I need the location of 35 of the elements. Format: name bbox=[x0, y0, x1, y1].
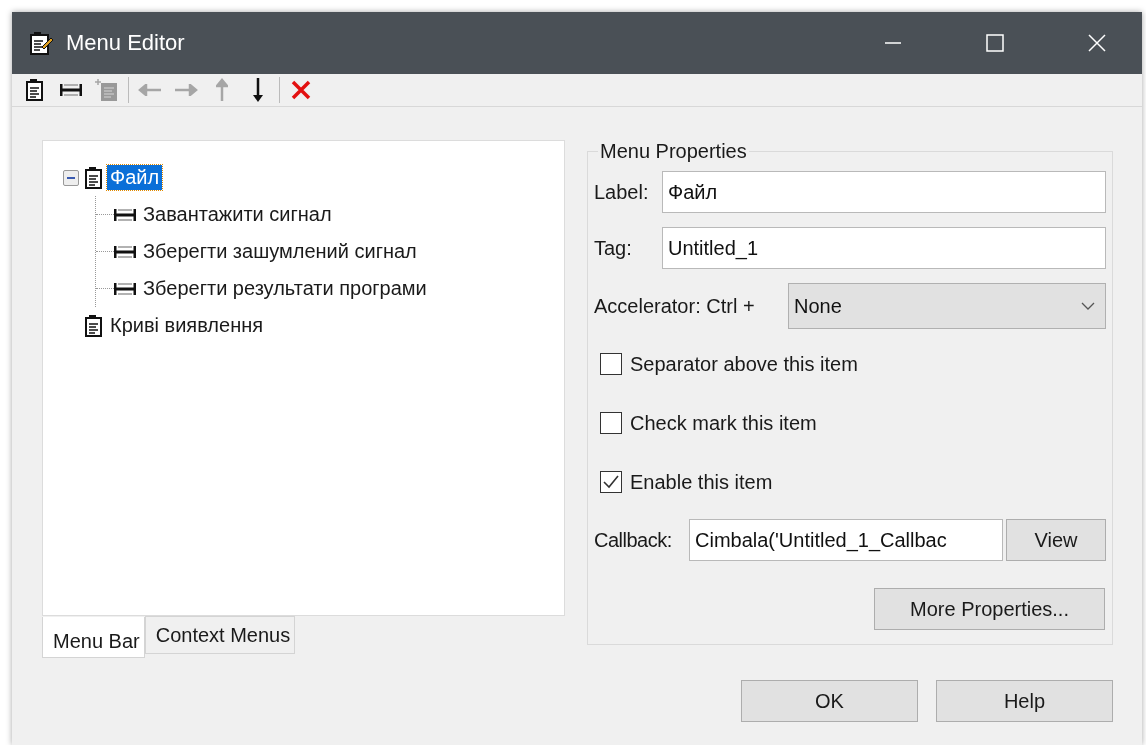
checkbox[interactable] bbox=[600, 353, 622, 375]
accelerator-dropdown[interactable]: None bbox=[788, 283, 1106, 329]
tag-caption: Tag: bbox=[594, 236, 633, 260]
tree-item[interactable]: Зберегти зашумлений сигнал bbox=[140, 239, 420, 264]
tab[interactable]: Menu Bar bbox=[42, 617, 145, 658]
help-button[interactable]: Help bbox=[936, 680, 1113, 722]
callback-caption: Callback: bbox=[594, 528, 673, 552]
ok-button[interactable]: OK bbox=[741, 680, 918, 722]
tree-item[interactable]: Зберегти результати програми bbox=[140, 276, 430, 301]
checkbox[interactable] bbox=[600, 471, 622, 493]
window-title: Menu Editor bbox=[66, 30, 186, 56]
checkbox-label: Enable this item bbox=[630, 470, 773, 494]
document-icon bbox=[85, 314, 103, 337]
label-field[interactable]: Файл bbox=[662, 171, 1106, 213]
checkbox-label: Check mark this item bbox=[630, 411, 817, 435]
label-caption: Label: bbox=[594, 180, 650, 204]
checkbox[interactable] bbox=[600, 412, 622, 434]
tree-item[interactable]: Завантажити сигнал bbox=[140, 202, 335, 227]
collapse-toggle[interactable] bbox=[63, 169, 79, 186]
tree-item[interactable]: Файл bbox=[107, 165, 163, 190]
group-title: Menu Properties bbox=[599, 140, 748, 163]
callback-field[interactable]: Cimbala('Untitled_1_Callbac bbox=[689, 519, 1003, 561]
tag-field[interactable]: Untitled_1 bbox=[662, 227, 1106, 269]
view-button[interactable]: View bbox=[1006, 519, 1106, 561]
editor-icon bbox=[30, 31, 54, 55]
chevron-down-icon bbox=[1081, 302, 1095, 310]
tree-item[interactable]: Криві виявлення bbox=[107, 313, 267, 338]
minimize-icon bbox=[885, 42, 901, 44]
close-icon bbox=[1088, 34, 1106, 52]
maximize-icon bbox=[986, 34, 1004, 52]
tab[interactable]: Context Menus bbox=[144, 616, 296, 654]
accelerator-caption: Accelerator: Ctrl + bbox=[594, 294, 756, 318]
checkbox-label: Separator above this item bbox=[630, 352, 858, 376]
more-properties-button[interactable]: More Properties... bbox=[874, 588, 1105, 630]
document-icon bbox=[85, 166, 103, 189]
